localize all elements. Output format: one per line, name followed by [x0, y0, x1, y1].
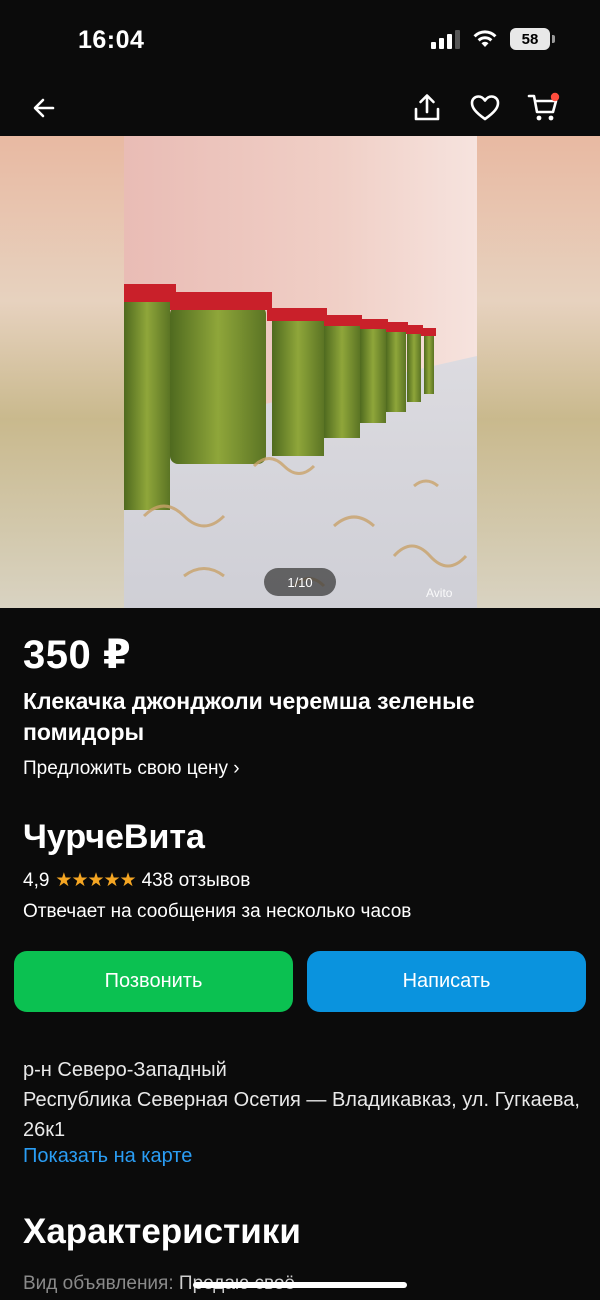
- battery-level: 58: [521, 30, 539, 48]
- status-time: 16:04: [78, 26, 145, 54]
- call-button-label: Позвонить: [104, 970, 203, 992]
- status-bar: 16:04 58: [0, 0, 600, 80]
- photo-counter: 1/10: [264, 568, 336, 596]
- rating-value: 4,9: [23, 869, 50, 891]
- status-icons: 58: [431, 28, 555, 50]
- seller-rating-row[interactable]: 4,9 ★★★★★ 438 отзывов: [23, 869, 250, 892]
- avito-watermark: Avito: [426, 586, 453, 600]
- listing-title: Клекачка джонджоли черемша зеленые помид…: [23, 688, 475, 745]
- call-button[interactable]: Позвонить: [14, 951, 293, 1012]
- jars-photo-image: [124, 136, 477, 608]
- seller-name[interactable]: ЧурчеВита: [23, 818, 205, 857]
- listing-photo[interactable]: [124, 136, 477, 608]
- characteristics-title: Характеристики: [23, 1212, 301, 1251]
- battery-indicator: 58: [510, 28, 555, 50]
- cellular-signal-icon: [431, 29, 460, 49]
- share-button[interactable]: [405, 86, 449, 130]
- cart-button[interactable]: [522, 86, 566, 130]
- write-button[interactable]: Написать: [307, 951, 586, 1012]
- wifi-icon: [473, 30, 497, 47]
- cart-badge-dot: [550, 92, 560, 102]
- rating-stars-icon: ★★★★★: [55, 870, 136, 891]
- write-button-label: Написать: [402, 970, 491, 992]
- cart-icon: [527, 92, 560, 121]
- arrow-left-icon: [33, 98, 55, 118]
- home-indicator[interactable]: [193, 1282, 407, 1288]
- response-time: Отвечает на сообщения за несколько часов: [23, 901, 412, 922]
- show-on-map-link[interactable]: Показать на карте: [23, 1145, 192, 1168]
- back-button[interactable]: [22, 86, 66, 130]
- heart-icon: [470, 95, 500, 121]
- street-address: Республика Северная Осетия — Владикавказ…: [23, 1089, 580, 1141]
- reviews-count: 438 отзывов: [141, 869, 251, 891]
- listing-price: 350 ₽: [23, 633, 132, 677]
- offer-price-link[interactable]: Предложить свою цену ›: [23, 758, 240, 780]
- spec-label: Вид объявления:: [23, 1273, 179, 1294]
- favorite-button[interactable]: [463, 86, 507, 130]
- district: р-н Северо-Западный: [23, 1059, 227, 1081]
- photo-gallery[interactable]: 1/10 Avito: [0, 136, 600, 608]
- top-nav-bar: [0, 80, 600, 136]
- address-block: р-н Северо-Западный Республика Северная …: [23, 1055, 583, 1145]
- share-icon: [414, 94, 440, 121]
